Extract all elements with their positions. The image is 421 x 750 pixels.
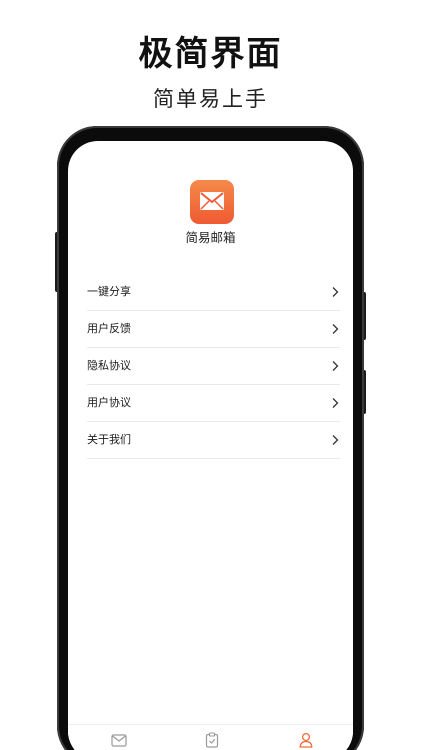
phone-screen: 简易邮箱 一键分享 用户反馈 隐私协议 用户协议 关于我们 <box>68 141 353 750</box>
menu-item-user-agreement[interactable]: 用户协议 <box>87 385 340 422</box>
menu-item-label: 用户协议 <box>87 396 131 409</box>
chevron-right-icon <box>332 361 339 371</box>
mail-envelope-icon <box>200 192 224 210</box>
clipboard-check-icon <box>205 732 219 748</box>
tab-tasks[interactable] <box>197 728 227 750</box>
menu-item-share[interactable]: 一键分享 <box>87 274 340 311</box>
user-icon <box>299 732 313 748</box>
menu-item-label: 隐私协议 <box>87 359 131 372</box>
menu-item-label: 关于我们 <box>87 433 131 446</box>
app-name: 简易邮箱 <box>185 230 236 245</box>
tab-mail[interactable] <box>104 728 134 750</box>
mail-icon <box>111 733 127 747</box>
promo-title: 极简界面 <box>138 34 283 74</box>
chevron-right-icon <box>332 398 339 408</box>
menu-item-feedback[interactable]: 用户反馈 <box>87 311 340 348</box>
app-logo <box>190 180 234 224</box>
chevron-right-icon <box>332 287 339 297</box>
settings-menu: 一键分享 用户反馈 隐私协议 用户协议 关于我们 <box>87 274 340 459</box>
promo-subtitle: 简单易上手 <box>153 87 268 111</box>
menu-item-label: 一键分享 <box>87 285 131 298</box>
menu-item-label: 用户反馈 <box>87 322 131 335</box>
app-store-screenshot: 极简界面 简单易上手 简易邮箱 一键分享 用户反馈 隐私协议 用户协议 关于我们 <box>0 0 421 750</box>
chevron-right-icon <box>332 435 339 445</box>
menu-item-privacy-policy[interactable]: 隐私协议 <box>87 348 340 385</box>
bottom-tab-bar <box>68 724 353 750</box>
chevron-right-icon <box>332 324 339 334</box>
tab-profile[interactable] <box>291 728 321 750</box>
menu-item-about-us[interactable]: 关于我们 <box>87 422 340 459</box>
